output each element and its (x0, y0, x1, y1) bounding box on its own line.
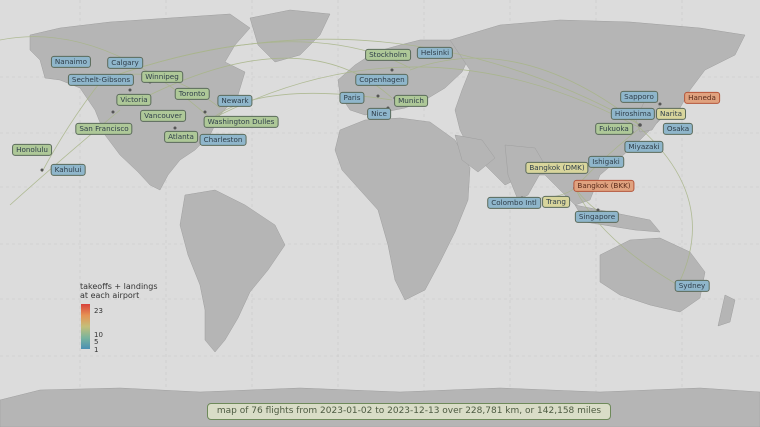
legend-tick-23: 23 (94, 307, 103, 315)
legend-tick-5: 5 (94, 338, 99, 346)
airport-label-copenhagen: Copenhagen (355, 73, 409, 87)
airport-label-helsinki: Helsinki (416, 46, 454, 60)
land-masses (0, 9, 760, 427)
airport-label-osaka: Osaka (662, 122, 694, 136)
airport-label-toronto: Toronto (174, 87, 210, 101)
legend-title-line-2: at each airport (80, 291, 140, 301)
airport-label-washington-dulles: Washington Dulles (203, 115, 279, 129)
airport-label-victoria: Victoria (116, 93, 152, 107)
africa (334, 117, 471, 301)
airport-label-ishigaki: Ishigaki (588, 155, 624, 169)
legend-title-line-1: takeoffs + landings (80, 282, 158, 291)
greenland (249, 9, 331, 63)
airport-label-miyazaki: Miyazaki (624, 140, 664, 154)
airport-label-sapporo: Sapporo (620, 90, 658, 104)
new-zealand (717, 294, 736, 327)
airport-label-bangkok-bkk: Bangkok (BKK) (573, 179, 635, 193)
airport-label-hiroshima: Hiroshima (610, 107, 656, 121)
airport-label-narita: Narita (656, 107, 686, 121)
airport-label-haneda: Haneda (684, 91, 720, 105)
airport-label-vancouver: Vancouver (140, 109, 186, 123)
airport-label-nanaimo: Nanaimo (50, 55, 92, 69)
airport-label-calgary: Calgary (107, 56, 143, 70)
legend-tick-1: 1 (94, 346, 99, 354)
airport-label-kahului: Kahului (50, 163, 86, 177)
asia (449, 19, 746, 206)
airport-label-nice: Nice (367, 107, 391, 121)
airport-label-paris: Paris (339, 91, 365, 105)
airport-label-munich: Munich (394, 94, 428, 108)
airport-label-colombo-intl: Colombo Intl (487, 196, 541, 210)
airport-label-charleston: Charleston (199, 133, 247, 147)
map-caption: map of 76 flights from 2023-01-02 to 202… (207, 403, 611, 420)
airport-label-trang: Trang (542, 195, 570, 209)
legend-color-scale (81, 304, 90, 349)
airport-label-sydney: Sydney (674, 279, 710, 293)
airport-label-fukuoka: Fukuoka (595, 122, 633, 136)
airport-label-san-francisco: San Francisco (75, 122, 133, 136)
airport-label-atlanta: Atlanta (164, 130, 198, 144)
legend: takeoffs + landings at each airport 23 1… (80, 282, 158, 354)
australia (599, 237, 706, 313)
airport-label-stockholm: Stockholm (365, 48, 411, 62)
south-america (179, 189, 286, 353)
airport-label-honolulu: Honolulu (12, 143, 52, 157)
airport-label-sechelt-gibsons: Sechelt-Gibsons (67, 73, 135, 87)
world-map: Nanaimo Calgary Sechelt-Gibsons Winnipeg Vic… (0, 0, 760, 427)
airport-label-winnipeg: Winnipeg (141, 70, 183, 84)
airport-label-singapore: Singapore (574, 210, 620, 224)
airport-label-newark: Newark (217, 94, 253, 108)
airport-label-bangkok-dmk: Bangkok (DMK) (525, 161, 589, 175)
